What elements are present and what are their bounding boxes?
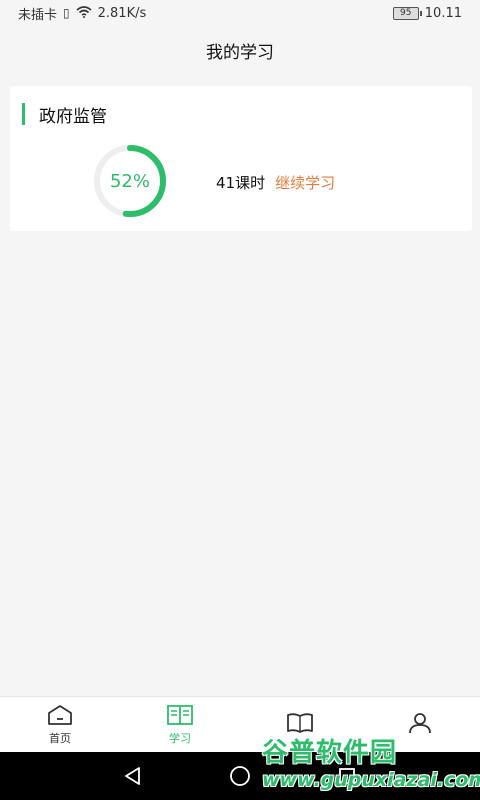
carrier-text: 未插卡 <box>18 7 58 23</box>
clock: 10.11 <box>424 5 462 21</box>
back-triangle-icon <box>125 767 141 785</box>
tab-study[interactable]: 学习 <box>120 697 240 752</box>
tab-study-label: 学习 <box>169 732 191 745</box>
watermark-logo: 谷普软件园 www.gupuxiazai.com <box>262 728 480 794</box>
title-bar: 我的学习 <box>0 26 480 74</box>
course-hours: 41课时 <box>216 174 266 192</box>
accent-bar <box>22 103 25 125</box>
back-button[interactable] <box>118 761 148 791</box>
open-book-icon <box>167 705 193 725</box>
tab-home[interactable]: 首页 <box>0 697 120 752</box>
lesson-info: 41课时 继续学习 <box>216 172 335 193</box>
course-title: 政府监管 <box>39 106 107 127</box>
wifi-icon <box>76 5 92 21</box>
home-nav-button[interactable] <box>225 761 255 791</box>
watermark-url: www.gupuxiazai.com <box>262 768 480 791</box>
sim-icon: ▯ <box>63 6 70 20</box>
continue-study-link[interactable]: 继续学习 <box>275 172 335 193</box>
page-title: 我的学习 <box>206 42 274 63</box>
status-bar: 未插卡 ▯ 2.81K/s 95 10.11 <box>0 0 480 26</box>
battery-icon: 95 <box>392 6 422 20</box>
course-header: 政府监管 <box>22 103 107 127</box>
watermark-name: 谷普软件园 <box>262 737 398 768</box>
progress-percent: 52% <box>109 170 150 192</box>
home-icon <box>48 705 72 725</box>
tab-home-label: 首页 <box>49 732 71 745</box>
network-speed: 2.81K/s <box>97 5 147 21</box>
status-right: 95 10.11 <box>392 5 462 21</box>
progress-ring: 52% <box>84 143 176 235</box>
status-left: 未插卡 ▯ 2.81K/s <box>18 4 146 23</box>
home-circle-icon <box>230 766 250 786</box>
course-card[interactable]: 政府监管 52% 41课时 继续学习 <box>10 86 472 231</box>
